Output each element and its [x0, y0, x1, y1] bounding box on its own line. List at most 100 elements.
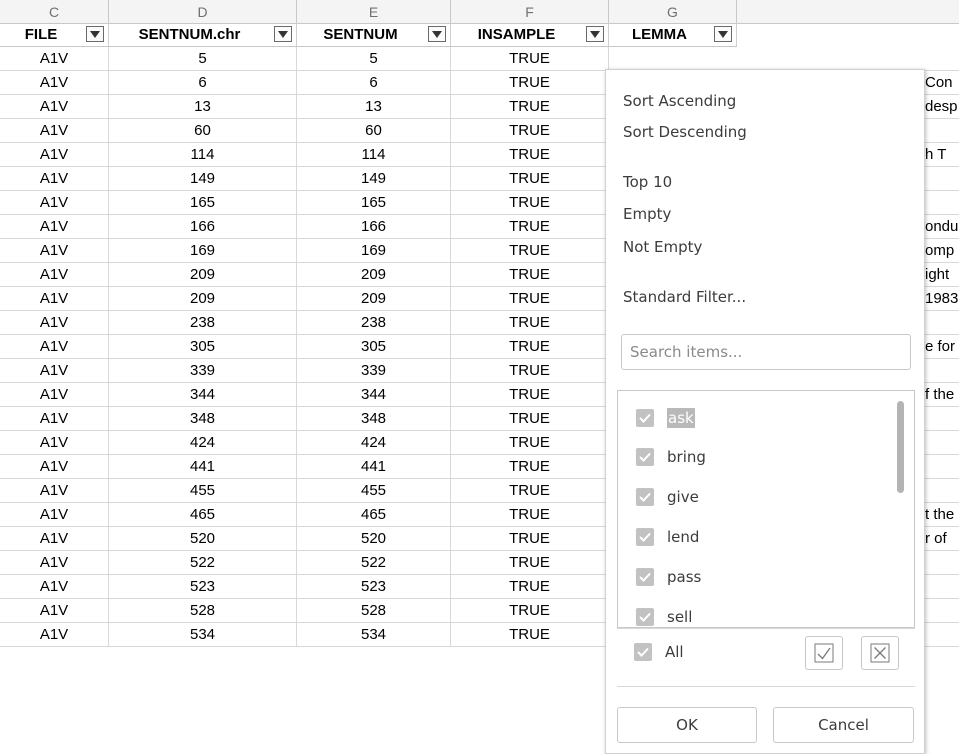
top10-item[interactable]: Top 10 — [623, 173, 672, 191]
table-cell[interactable]: TRUE — [451, 119, 609, 142]
list-item[interactable]: lend — [636, 528, 699, 546]
table-cell[interactable]: 209 — [297, 287, 451, 310]
table-cell[interactable]: 166 — [297, 215, 451, 238]
table-cell[interactable]: TRUE — [451, 575, 609, 598]
table-cell[interactable]: A1V — [0, 383, 109, 406]
table-cell[interactable]: 348 — [109, 407, 297, 430]
table-cell[interactable]: A1V — [0, 575, 109, 598]
list-item[interactable]: pass — [636, 568, 701, 586]
table-cell[interactable]: A1V — [0, 359, 109, 382]
table-cell[interactable]: 169 — [109, 239, 297, 262]
table-cell[interactable]: TRUE — [451, 239, 609, 262]
table-cell[interactable]: 528 — [297, 599, 451, 622]
checkbox-check-icon[interactable] — [636, 568, 654, 586]
list-item[interactable]: sell — [636, 608, 692, 626]
table-cell[interactable]: A1V — [0, 479, 109, 502]
table-cell[interactable]: TRUE — [451, 455, 609, 478]
sort-descending-item[interactable]: Sort Descending — [623, 123, 747, 141]
table-cell[interactable]: 520 — [109, 527, 297, 550]
table-cell[interactable]: TRUE — [451, 263, 609, 286]
table-cell[interactable]: 339 — [109, 359, 297, 382]
table-cell[interactable]: A1V — [0, 287, 109, 310]
table-cell[interactable]: A1V — [0, 527, 109, 550]
table-cell[interactable]: TRUE — [451, 215, 609, 238]
table-cell[interactable]: 6 — [297, 71, 451, 94]
header-cell[interactable]: LEMMA — [609, 23, 737, 46]
table-cell[interactable]: A1V — [0, 215, 109, 238]
table-cell[interactable]: 165 — [297, 191, 451, 214]
header-cell[interactable]: SENTNUM.chr — [109, 23, 297, 46]
table-cell[interactable]: A1V — [0, 143, 109, 166]
checkbox-check-icon[interactable] — [634, 643, 652, 661]
empty-item[interactable]: Empty — [623, 205, 671, 223]
table-cell[interactable]: 534 — [297, 623, 451, 646]
table-cell[interactable] — [609, 47, 959, 70]
table-cell[interactable]: TRUE — [451, 479, 609, 502]
table-cell[interactable]: TRUE — [451, 311, 609, 334]
table-cell[interactable]: A1V — [0, 239, 109, 262]
table-cell[interactable]: 238 — [109, 311, 297, 334]
table-cell[interactable]: A1V — [0, 623, 109, 646]
filter-dropdown-icon[interactable] — [714, 26, 732, 42]
standard-filter-item[interactable]: Standard Filter... — [623, 288, 746, 306]
table-cell[interactable]: 6 — [109, 71, 297, 94]
table-cell[interactable]: A1V — [0, 503, 109, 526]
table-cell[interactable]: 344 — [109, 383, 297, 406]
table-cell[interactable]: 465 — [109, 503, 297, 526]
table-cell[interactable]: 209 — [109, 263, 297, 286]
table-cell[interactable]: 149 — [109, 167, 297, 190]
table-cell[interactable]: A1V — [0, 599, 109, 622]
table-cell[interactable]: 60 — [297, 119, 451, 142]
column-letter-d[interactable]: D — [109, 0, 297, 23]
table-cell[interactable]: TRUE — [451, 407, 609, 430]
list-scrollbar[interactable] — [897, 401, 904, 493]
filter-dropdown-icon[interactable] — [86, 26, 104, 42]
table-cell[interactable]: TRUE — [451, 503, 609, 526]
table-cell[interactable]: 166 — [109, 215, 297, 238]
table-cell[interactable]: 5 — [297, 47, 451, 70]
header-cell[interactable]: FILE — [0, 23, 109, 46]
table-cell[interactable]: 520 — [297, 527, 451, 550]
table-cell[interactable]: 5 — [109, 47, 297, 70]
table-cell[interactable]: A1V — [0, 431, 109, 454]
table-cell[interactable]: A1V — [0, 47, 109, 70]
table-cell[interactable]: 523 — [297, 575, 451, 598]
table-cell[interactable]: A1V — [0, 335, 109, 358]
table-cell[interactable]: 209 — [109, 287, 297, 310]
table-cell[interactable]: 465 — [297, 503, 451, 526]
table-cell[interactable]: TRUE — [451, 383, 609, 406]
table-cell[interactable]: A1V — [0, 455, 109, 478]
column-letter-c[interactable]: C — [0, 0, 109, 23]
search-items-input[interactable] — [621, 334, 911, 370]
sort-ascending-item[interactable]: Sort Ascending — [623, 92, 736, 110]
checkbox-check-icon[interactable] — [636, 409, 654, 427]
table-cell[interactable]: 13 — [297, 95, 451, 118]
table-cell[interactable]: A1V — [0, 407, 109, 430]
table-cell[interactable]: A1V — [0, 191, 109, 214]
table-cell[interactable]: TRUE — [451, 95, 609, 118]
table-cell[interactable]: A1V — [0, 551, 109, 574]
all-checkbox-row[interactable]: All — [634, 643, 684, 661]
checkbox-check-icon[interactable] — [636, 528, 654, 546]
table-cell[interactable]: 348 — [297, 407, 451, 430]
table-cell[interactable]: 528 — [109, 599, 297, 622]
table-cell[interactable]: 209 — [297, 263, 451, 286]
table-cell[interactable]: TRUE — [451, 551, 609, 574]
ok-button[interactable]: OK — [617, 707, 757, 743]
filter-dropdown-icon[interactable] — [274, 26, 292, 42]
header-cell[interactable]: SENTNUM — [297, 23, 451, 46]
table-cell[interactable]: 165 — [109, 191, 297, 214]
hide-only-current-button[interactable] — [861, 636, 899, 670]
table-cell[interactable]: TRUE — [451, 359, 609, 382]
list-item[interactable]: give — [636, 488, 699, 506]
table-cell[interactable]: TRUE — [451, 599, 609, 622]
table-cell[interactable]: 424 — [297, 431, 451, 454]
checkbox-check-icon[interactable] — [636, 448, 654, 466]
table-cell[interactable]: A1V — [0, 119, 109, 142]
column-letter-f[interactable]: F — [451, 0, 609, 23]
table-cell[interactable]: 523 — [109, 575, 297, 598]
table-cell[interactable]: 149 — [297, 167, 451, 190]
table-cell[interactable]: TRUE — [451, 335, 609, 358]
checkbox-check-icon[interactable] — [636, 488, 654, 506]
table-cell[interactable]: 522 — [109, 551, 297, 574]
